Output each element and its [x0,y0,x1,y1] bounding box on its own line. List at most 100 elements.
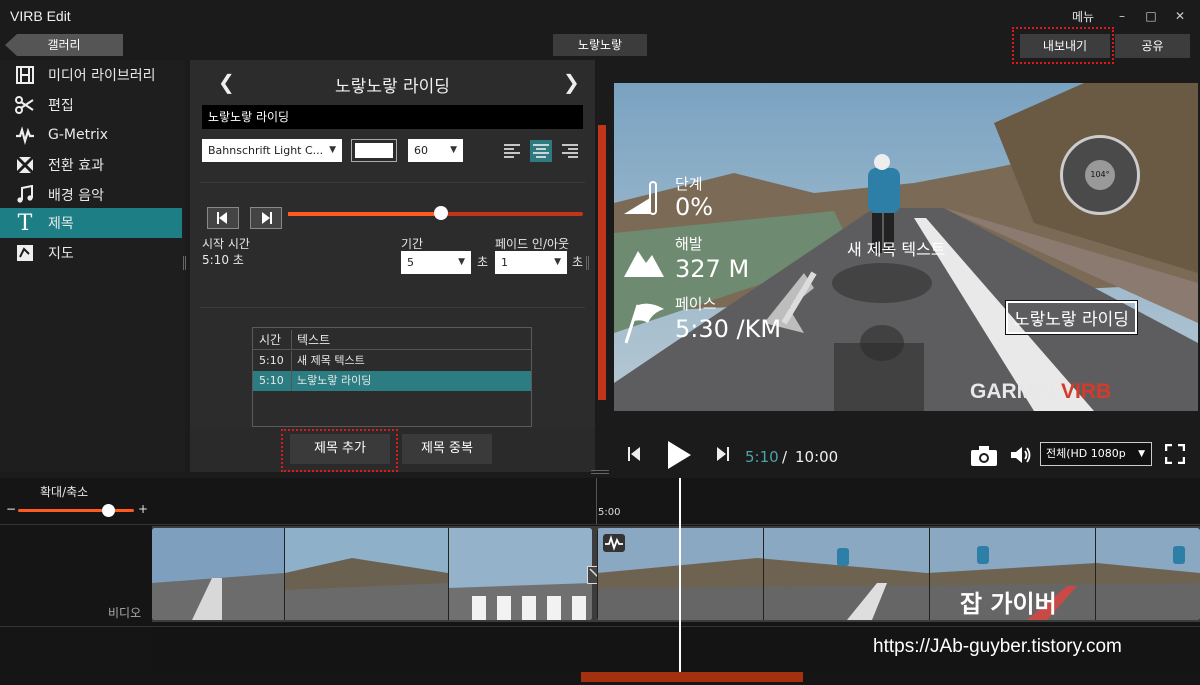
timeline-scrollbar[interactable] [581,672,803,682]
start-time-label: 시작 시간 [202,237,250,251]
column-header-text: 텍스트 [297,333,331,347]
chevron-down-icon: ▼ [554,257,561,267]
menu-button[interactable]: 메뉴 [1072,8,1094,25]
chevron-down-icon: ▼ [458,257,465,267]
step-forward-frame-icon[interactable] [250,207,282,229]
ruler-mark-label: 5:00 [598,507,621,518]
sidebar-item-edit[interactable]: 편집 [0,90,182,120]
video-clip[interactable] [152,528,592,620]
clip-thumbnails [152,528,592,620]
sidebar: 미디어 라이브러리 편집 G-Metrix 전환 효과 배경 음악 T 제목 지… [0,60,185,472]
table-row[interactable]: 5:10 노랗노랗 라이딩 [253,371,531,391]
chevron-down-icon: ▼ [1138,449,1145,459]
start-time-value: 5:10 초 [202,253,244,267]
sidebar-item-map[interactable]: 지도 [0,238,182,268]
step-back-frame-icon[interactable] [207,207,239,229]
app-title: VIRB Edit [10,8,71,24]
sidebar-item-transitions[interactable]: 전환 효과 [0,150,182,180]
brand-virb: VIRB [1061,380,1112,403]
zoom-out-icon[interactable]: − [6,502,16,516]
clip-thumbnails [597,528,1200,620]
panel-resize-handle[interactable] [586,256,589,270]
thermometer-icon [622,178,660,222]
g-metrix-icon [14,124,36,146]
quality-value: 전체(HD 1080p [1046,447,1126,460]
align-left-icon[interactable] [501,140,523,162]
title-editor-header: 노랗노랗 라이딩 [335,77,450,97]
table-row[interactable]: 5:10 새 제목 텍스트 [253,351,531,371]
camera-snapshot-icon[interactable] [970,445,998,471]
duration-select[interactable]: 5 ▼ [401,251,471,274]
chevron-down-icon: ▼ [329,145,336,155]
project-name: 노랗노랗 [553,34,647,56]
fade-select[interactable]: 1 ▼ [495,251,567,274]
share-button[interactable]: 공유 [1115,34,1190,58]
chevron-down-icon: ▼ [450,145,457,155]
sidebar-item-media-library[interactable]: 미디어 라이브러리 [0,60,182,90]
watermark-url: https://JAb-guyber.tistory.com [873,636,1122,657]
timeline-ruler[interactable] [152,478,1200,524]
title-t-icon: T [17,210,33,236]
row-text: 새 제목 텍스트 [297,354,365,367]
gauge-label: 단계 [675,175,703,193]
close-icon[interactable]: ✕ [1168,6,1192,26]
overlay-selected-title[interactable]: 노랗노랗 라이딩 [1005,300,1138,335]
sidebar-item-label: 배경 음악 [48,188,104,204]
title-text-input[interactable]: 노랗노랗 라이딩 [202,105,583,129]
overlay-new-title-text[interactable]: 새 제목 텍스트 [847,236,946,260]
gauge-value: 327 M [675,255,750,283]
zoom-slider[interactable] [18,509,134,512]
row-time: 5:10 [259,374,284,387]
playhead[interactable] [679,478,681,672]
fade-unit: 초 [572,255,584,269]
zoom-in-icon[interactable]: + [138,502,148,516]
fullscreen-icon[interactable] [1164,443,1186,468]
align-center-icon[interactable] [530,140,552,162]
next-title-arrow-icon[interactable]: ❯ [563,70,580,94]
preview-resize-handle[interactable] [591,470,609,474]
maximize-icon[interactable]: □ [1139,6,1163,26]
zoom-label: 확대/축소 [40,485,89,499]
duration-unit: 초 [477,255,489,269]
font-select[interactable]: Bahnschrift Light C... ▼ [202,139,342,162]
minimize-icon[interactable]: – [1110,6,1134,26]
sidebar-item-titles[interactable]: T 제목 [0,208,182,238]
current-time: 5:10 [745,448,779,466]
gallery-back-button[interactable]: 갤러리 [5,34,123,56]
duration-value: 5 [407,256,414,269]
watermark-name: 잡 가이버 [960,590,1057,618]
font-select-value: Bahnschrift Light C... [208,144,324,157]
title-position-slider-fill [288,212,442,216]
duplicate-title-button[interactable]: 제목 중복 [402,434,492,464]
sidebar-item-label: 제목 [48,216,74,232]
align-right-icon[interactable] [559,140,581,162]
sidebar-item-label: 편집 [48,98,74,114]
divider [200,182,585,183]
video-preview[interactable]: 단계 0% 해발 327 M 페이스 5:30 /KM 104° 새 제목 텍스… [614,83,1198,411]
music-note-icon [14,184,36,206]
divider [200,307,585,308]
g-metrix-clip-icon [603,534,625,552]
panel-scrollbar[interactable] [598,125,606,400]
play-icon[interactable] [666,441,692,473]
gauge-value: 0% [675,193,714,221]
font-size-select[interactable]: 60 ▼ [408,139,463,162]
volume-icon[interactable] [1010,446,1032,468]
time-separator: / [782,448,788,466]
video-clip[interactable] [597,528,1200,620]
step-back-frame-icon[interactable] [627,447,643,465]
map-icon [14,242,36,264]
gauge-label: 페이스 [675,295,717,313]
compass-value: 104° [1085,160,1115,190]
sidebar-item-music[interactable]: 배경 음악 [0,180,182,210]
flag-icon [622,301,666,349]
text-color-swatch[interactable] [351,139,397,162]
quality-select[interactable]: 전체(HD 1080p ▼ [1040,442,1152,466]
mountain-icon [622,243,666,283]
step-forward-frame-icon[interactable] [714,447,730,465]
export-button[interactable]: 내보내기 [1020,34,1110,58]
sidebar-item-g-metrix[interactable]: G-Metrix [0,120,182,150]
sidebar-resize-handle[interactable] [183,256,186,270]
gauge-label: 해발 [675,235,703,253]
sidebar-item-label: 전환 효과 [48,158,104,174]
